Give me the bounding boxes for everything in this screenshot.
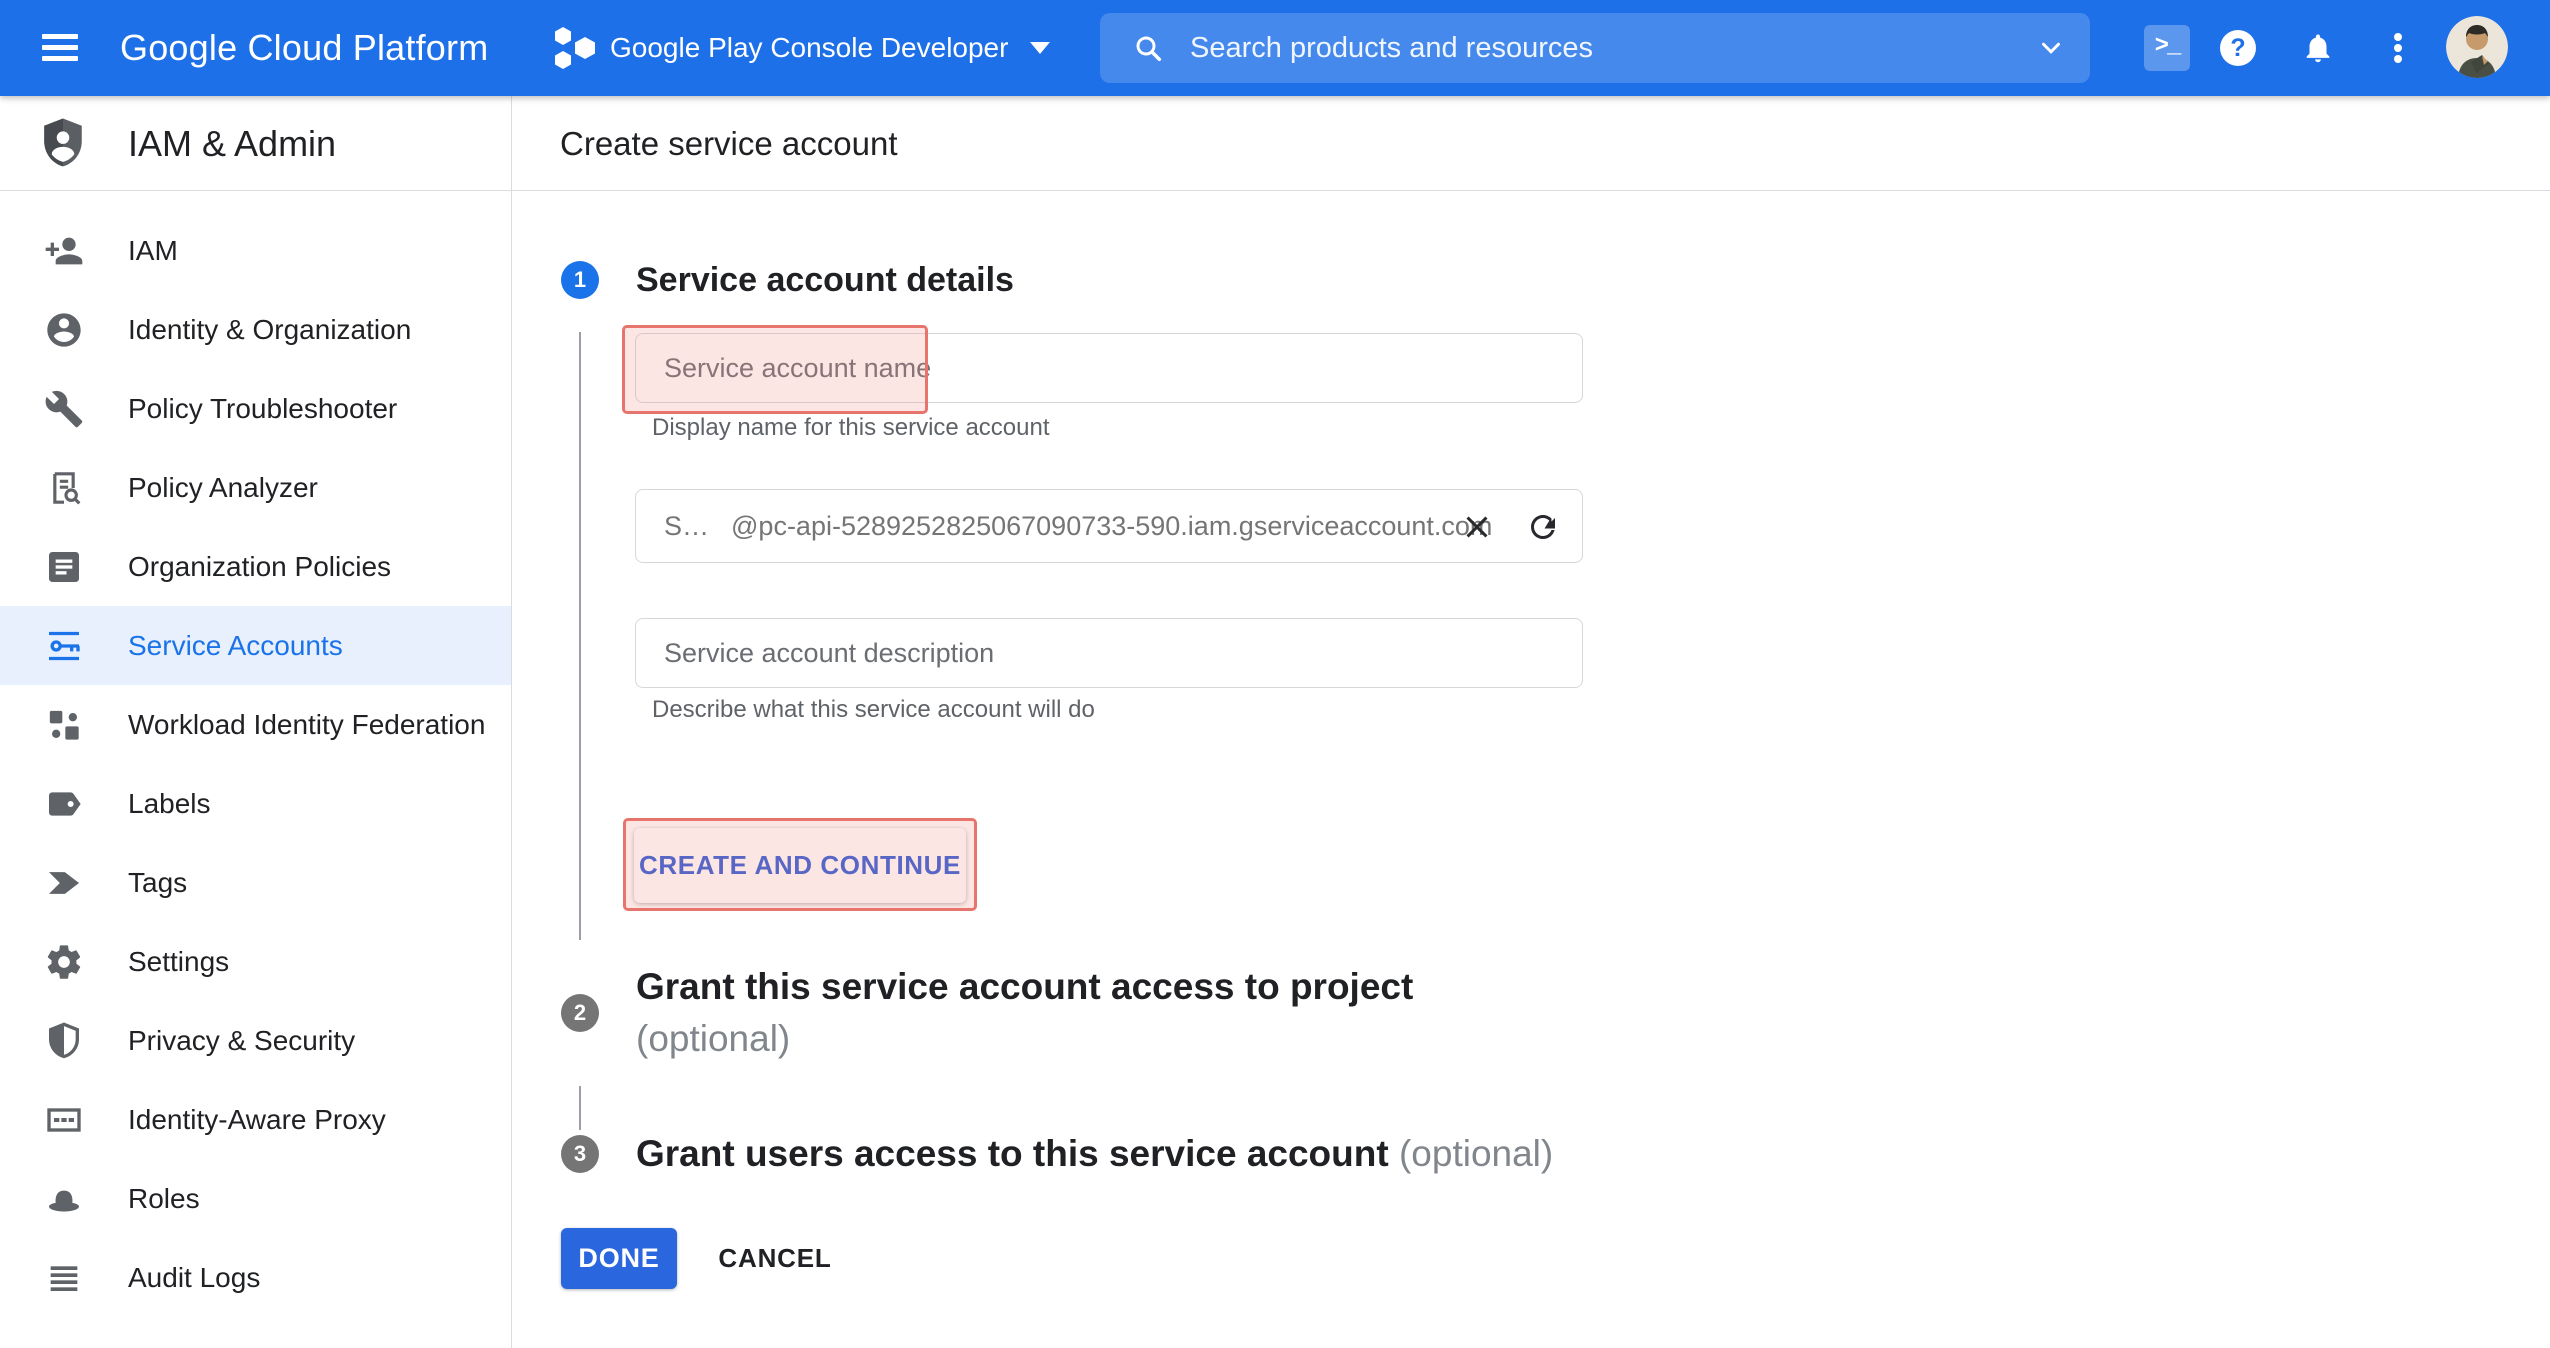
- more-options-button[interactable]: [2376, 0, 2420, 96]
- service-account-description-input[interactable]: [635, 618, 1583, 688]
- project-name: Google Play Console Developer: [610, 32, 1008, 64]
- step-3-indicator: 3: [561, 1135, 599, 1173]
- step-3-title: Grant users access to this service accou…: [636, 1128, 1553, 1180]
- service-account-id-field[interactable]: S… @pc-api-5289252825067090733-590.iam.g…: [635, 489, 1583, 563]
- sidebar-item-organization-policies[interactable]: Organization Policies: [0, 527, 511, 606]
- clear-id-button[interactable]: [1459, 509, 1495, 545]
- sidebar-header: IAM & Admin: [0, 96, 511, 191]
- sidebar-item-policy-troubleshooter[interactable]: Policy Troubleshooter: [0, 369, 511, 448]
- top-app-bar: Google Cloud Platform Google Play Consol…: [0, 0, 2550, 96]
- gear-icon: [44, 942, 84, 982]
- sidebar-item-tags[interactable]: Tags: [0, 843, 511, 922]
- name-helper-text: Display name for this service account: [652, 413, 1050, 443]
- proxy-card-icon: [44, 1100, 84, 1140]
- sidebar-item-privacy-security[interactable]: Privacy & Security: [0, 1001, 511, 1080]
- widgets-icon: [44, 705, 84, 745]
- step-1-title: Service account details: [636, 256, 1014, 304]
- person-add-icon: [44, 231, 84, 271]
- menu-icon[interactable]: [42, 34, 78, 61]
- step-2-title-text: Grant this service account access to pro…: [636, 966, 1413, 1007]
- sidebar: IAM & Admin IAM Identity & Organization …: [0, 96, 512, 1348]
- project-switcher[interactable]: Google Play Console Developer: [552, 0, 1050, 96]
- step-2-optional-text: (optional): [636, 1018, 790, 1059]
- page-title: Create service account: [560, 96, 898, 191]
- wrench-icon: [44, 389, 84, 429]
- notifications-button[interactable]: [2286, 0, 2350, 96]
- sidebar-item-roles[interactable]: Roles: [0, 1159, 511, 1238]
- tag-arrow-icon: [44, 863, 84, 903]
- create-and-continue-button[interactable]: CREATE AND CONTINUE: [634, 828, 966, 903]
- avatar[interactable]: [2446, 16, 2508, 78]
- account-circle-icon: [44, 310, 84, 350]
- page-header: Create service account: [512, 96, 2550, 191]
- sidebar-item-workload-identity-federation[interactable]: Workload Identity Federation: [0, 685, 511, 764]
- sidebar-item-identity-organization[interactable]: Identity & Organization: [0, 290, 511, 369]
- cloud-shell-button[interactable]: >_: [2136, 0, 2198, 96]
- service-account-name-input[interactable]: [635, 333, 1583, 403]
- search-icon: [1132, 32, 1164, 64]
- project-caret-icon: [1030, 42, 1050, 54]
- sidebar-nav: IAM Identity & Organization Policy Troub…: [0, 191, 511, 1317]
- search-bar: [1100, 13, 2090, 83]
- help-icon: ?: [2220, 30, 2256, 66]
- shield-half-icon: [44, 1021, 84, 1061]
- help-button[interactable]: ?: [2208, 0, 2268, 96]
- search-input[interactable]: [1190, 32, 2036, 65]
- sidebar-item-identity-aware-proxy[interactable]: Identity-Aware Proxy: [0, 1080, 511, 1159]
- iam-shield-icon: [38, 115, 88, 172]
- refresh-icon: [1525, 509, 1561, 545]
- product-logo: Google Cloud Platform: [120, 0, 488, 96]
- sidebar-item-audit-logs[interactable]: Audit Logs: [0, 1238, 511, 1317]
- label-icon: [44, 784, 84, 824]
- done-button[interactable]: DONE: [561, 1228, 677, 1289]
- regenerate-id-button[interactable]: [1525, 509, 1561, 545]
- step-2-title: Grant this service account access to pro…: [636, 961, 1413, 1065]
- lines-icon: [44, 1258, 84, 1298]
- stepper-connector-1: [579, 332, 581, 940]
- sidebar-item-policy-analyzer[interactable]: Policy Analyzer: [0, 448, 511, 527]
- article-icon: [44, 547, 84, 587]
- sidebar-item-iam[interactable]: IAM: [0, 211, 511, 290]
- step-1-indicator: 1: [561, 261, 599, 299]
- hat-icon: [44, 1179, 84, 1219]
- close-icon: [1459, 509, 1495, 545]
- step-3-optional-text: (optional): [1399, 1133, 1553, 1174]
- description-helper-text: Describe what this service account will …: [652, 695, 1095, 725]
- cancel-button[interactable]: CANCEL: [700, 1228, 850, 1289]
- step-3-title-text: Grant users access to this service accou…: [636, 1133, 1389, 1174]
- terminal-icon: >_: [2144, 25, 2190, 71]
- chevron-down-icon[interactable]: [2036, 33, 2066, 63]
- sidebar-item-labels[interactable]: Labels: [0, 764, 511, 843]
- service-account-id-domain: @pc-api-5289252825067090733-590.iam.gser…: [731, 511, 1492, 542]
- kebab-icon: [2394, 30, 2402, 66]
- sidebar-item-settings[interactable]: Settings: [0, 922, 511, 1001]
- sidebar-item-service-accounts[interactable]: Service Accounts: [0, 606, 511, 685]
- avatar-photo: [2446, 16, 2508, 78]
- doc-magnifier-icon: [44, 468, 84, 508]
- sidebar-title: IAM & Admin: [128, 96, 336, 191]
- step-2-indicator: 2: [561, 994, 599, 1032]
- service-account-id-value: S…: [664, 511, 709, 542]
- bell-icon: [2301, 31, 2335, 65]
- main-content: Create service account 1 Service account…: [512, 96, 2550, 1348]
- stepper-connector-2: [579, 1086, 581, 1130]
- project-hexagons-icon: [552, 21, 598, 75]
- key-icon: [44, 626, 84, 666]
